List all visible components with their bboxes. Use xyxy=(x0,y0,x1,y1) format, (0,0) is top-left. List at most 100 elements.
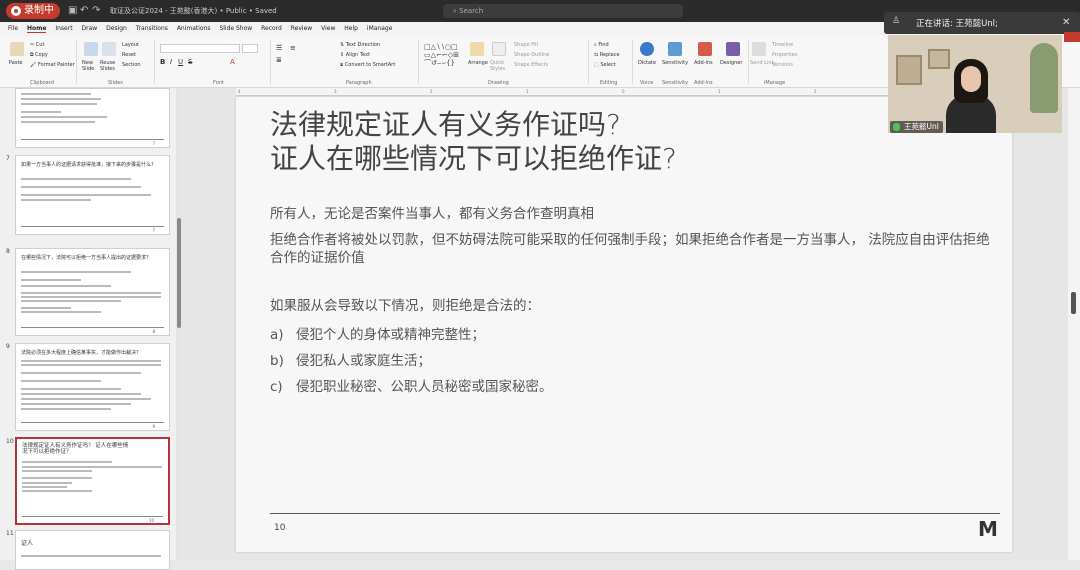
menu-home[interactable]: Home xyxy=(26,25,47,33)
menu-file[interactable]: File xyxy=(8,25,18,32)
cut-button[interactable]: ✂ Cut xyxy=(30,42,44,48)
align-text-button[interactable]: ⇕ Align Text xyxy=(340,52,370,58)
slide-thumbnail[interactable]: 7 xyxy=(15,88,170,148)
designer-button[interactable]: Designer xyxy=(720,60,742,66)
find-button[interactable]: ⌕ Find xyxy=(594,42,609,48)
font-size-select[interactable] xyxy=(242,44,258,53)
shape-outline-button[interactable]: Shape Outline xyxy=(514,52,549,58)
select-button[interactable]: ⬚ Select xyxy=(594,62,616,68)
menu-slide-show[interactable]: Slide Show xyxy=(219,25,252,32)
plant xyxy=(1030,43,1058,113)
format-painter-button[interactable]: 🖌 Format Painter xyxy=(30,62,75,68)
slide-thumbnail[interactable]: 如果一方当事人的证据请求获得批准，接下来的步骤是什么？ 7 xyxy=(15,155,170,235)
quick-styles-button[interactable]: Quick Styles xyxy=(490,60,510,72)
redo-icon[interactable]: ↷ xyxy=(92,5,100,16)
slide-list-item[interactable]: a) 侵犯个人的身体或精神完整性； xyxy=(270,323,485,343)
editing-group-label: Editing xyxy=(600,80,618,86)
sensitivity-icon[interactable] xyxy=(668,42,682,56)
reuse-slides-icon[interactable] xyxy=(102,42,116,56)
thumbnail-footer-line xyxy=(21,226,164,227)
search-input[interactable]: ⌕ Search xyxy=(443,4,683,18)
scrollbar-thumb[interactable] xyxy=(1071,292,1076,314)
reuse-slides-button[interactable]: Reuse Slides xyxy=(100,60,120,72)
bold-icon[interactable]: B xyxy=(160,58,165,66)
editor-scrollbar[interactable] xyxy=(1068,88,1080,560)
slide-title-line2[interactable]: 证人在哪些情况下可以拒绝作证? xyxy=(270,137,677,177)
find-label: Find xyxy=(598,42,609,48)
slide-thumbnail[interactable]: 证人 xyxy=(15,530,170,570)
scrollbar-thumb[interactable] xyxy=(177,218,181,328)
font-name-select[interactable] xyxy=(160,44,240,53)
ruler-tick-label: 1 xyxy=(526,89,529,94)
list-item-text: 侵犯职业秘密、公职人员秘密或国家秘密。 xyxy=(296,379,553,395)
italic-icon[interactable]: I xyxy=(170,58,172,66)
properties-button[interactable]: Properties xyxy=(772,52,797,58)
menu-design[interactable]: Design xyxy=(106,25,127,32)
ribbon-divider xyxy=(418,40,419,84)
send-link-button[interactable]: Send Link xyxy=(750,60,774,66)
thumbnail-text-line xyxy=(21,121,95,123)
designer-icon[interactable] xyxy=(726,42,740,56)
menu-insert[interactable]: Insert xyxy=(55,25,72,32)
new-slide-icon[interactable] xyxy=(84,42,98,56)
menu-imanage[interactable]: iManage xyxy=(367,25,393,32)
add-ins-icon[interactable] xyxy=(698,42,712,56)
bullets-icon[interactable]: ☰ xyxy=(276,44,282,52)
smartart-button[interactable]: ⧈ Convert to SmartArt xyxy=(340,62,395,68)
recording-badge[interactable]: 录制中 xyxy=(6,3,60,19)
slide-list-item[interactable]: c) 侵犯职业秘密、公职人员秘密或国家秘密。 xyxy=(270,375,553,395)
microphone-icon[interactable] xyxy=(640,42,654,56)
slide-paragraph[interactable]: 如果服从会导致以下情况，则拒绝是合法的： xyxy=(270,297,990,315)
arrange-icon[interactable] xyxy=(470,42,484,56)
slide-thumbnail[interactable]: 在哪些情况下，法院可以拒绝一方当事人提出的证据要求？ 8 xyxy=(15,248,170,336)
add-ins-button[interactable]: Add-ins xyxy=(694,60,713,66)
ruler-tick-label: 1 xyxy=(718,89,721,94)
slide-paragraph[interactable]: 所有人，无论是否案件当事人，都有义务合作查明真相 xyxy=(270,205,990,223)
paste-icon[interactable] xyxy=(10,42,24,56)
paragraph-group-label: Paragraph xyxy=(346,80,372,86)
menu-view[interactable]: View xyxy=(321,25,335,32)
slide[interactable]: 法律规定证人有义务作证吗? 证人在哪些情况下可以拒绝作证? 所有人，无论是否案件… xyxy=(236,97,1012,552)
replace-button[interactable]: ⇆ Replace xyxy=(594,52,620,58)
text-direction-button[interactable]: ⇅ Text Direction xyxy=(340,42,380,48)
font-color-icon[interactable]: A xyxy=(230,58,235,66)
menu-record[interactable]: Record xyxy=(261,25,282,32)
quick-styles-icon[interactable] xyxy=(492,42,506,56)
shapes-gallery[interactable]: □△∖∖○□ ▭△⌐⌐◇⊞ ⌒↺⌢⌣{} xyxy=(424,43,466,67)
menu-review[interactable]: Review xyxy=(291,25,312,32)
versions-button[interactable]: Versions xyxy=(772,62,793,68)
layout-button[interactable]: Layout xyxy=(122,42,139,48)
paste-button[interactable]: Paste xyxy=(9,60,23,66)
reset-button[interactable]: Reset xyxy=(122,52,136,58)
slide-list-item[interactable]: b) 侵犯私人或家庭生活； xyxy=(270,349,431,369)
underline-icon[interactable]: U xyxy=(178,58,183,66)
slide-paragraph[interactable]: 拒绝合作者将被处以罚款，但不妨碍法院可能采取的任何强制手段；如果拒绝合作者是一方… xyxy=(270,231,990,267)
shape-effects-button[interactable]: Shape Effects xyxy=(514,62,548,68)
speaking-label: 正在讲话: 王苑懿Unl; xyxy=(916,19,998,29)
align-left-icon[interactable]: ≣ xyxy=(276,56,282,64)
copy-button[interactable]: ⧉ Copy xyxy=(30,52,48,58)
new-slide-button[interactable]: New Slide xyxy=(82,60,100,72)
menu-draw[interactable]: Draw xyxy=(82,25,98,32)
section-button[interactable]: Section xyxy=(122,62,141,68)
strikethrough-icon[interactable]: S xyxy=(188,58,192,66)
undo-icon[interactable]: ↶ xyxy=(80,5,88,16)
slide-thumbnail[interactable]: 法院必须在多大程度上确信某事实，才能做作出裁决？ 9 xyxy=(15,343,170,431)
dictate-button[interactable]: Dictate xyxy=(638,60,656,66)
menu-animations[interactable]: Animations xyxy=(177,25,211,32)
save-icon[interactable]: ▣ xyxy=(68,5,77,16)
timeline-button[interactable]: Timeline xyxy=(772,42,793,48)
thumbnail-text-line xyxy=(21,393,141,395)
menu-transitions[interactable]: Transitions xyxy=(136,25,168,32)
sensitivity-button[interactable]: Sensitivity xyxy=(662,60,688,66)
arrange-button[interactable]: Arrange xyxy=(468,60,488,66)
slide-thumbnail-selected[interactable]: 法律规定证人有义务作证吗？ 证人在哪些情况下可以拒绝作证？ 10 xyxy=(15,437,170,525)
numbering-icon[interactable]: ≡ xyxy=(290,44,296,52)
participant-video[interactable] xyxy=(888,35,1062,133)
shape-fill-button[interactable]: Shape Fill xyxy=(514,42,538,48)
close-icon[interactable]: ✕ xyxy=(1062,17,1070,28)
menu-help[interactable]: Help xyxy=(344,25,358,32)
thumbnail-title: 证人 xyxy=(21,540,34,547)
wall-picture xyxy=(896,55,922,85)
send-link-icon[interactable] xyxy=(752,42,766,56)
